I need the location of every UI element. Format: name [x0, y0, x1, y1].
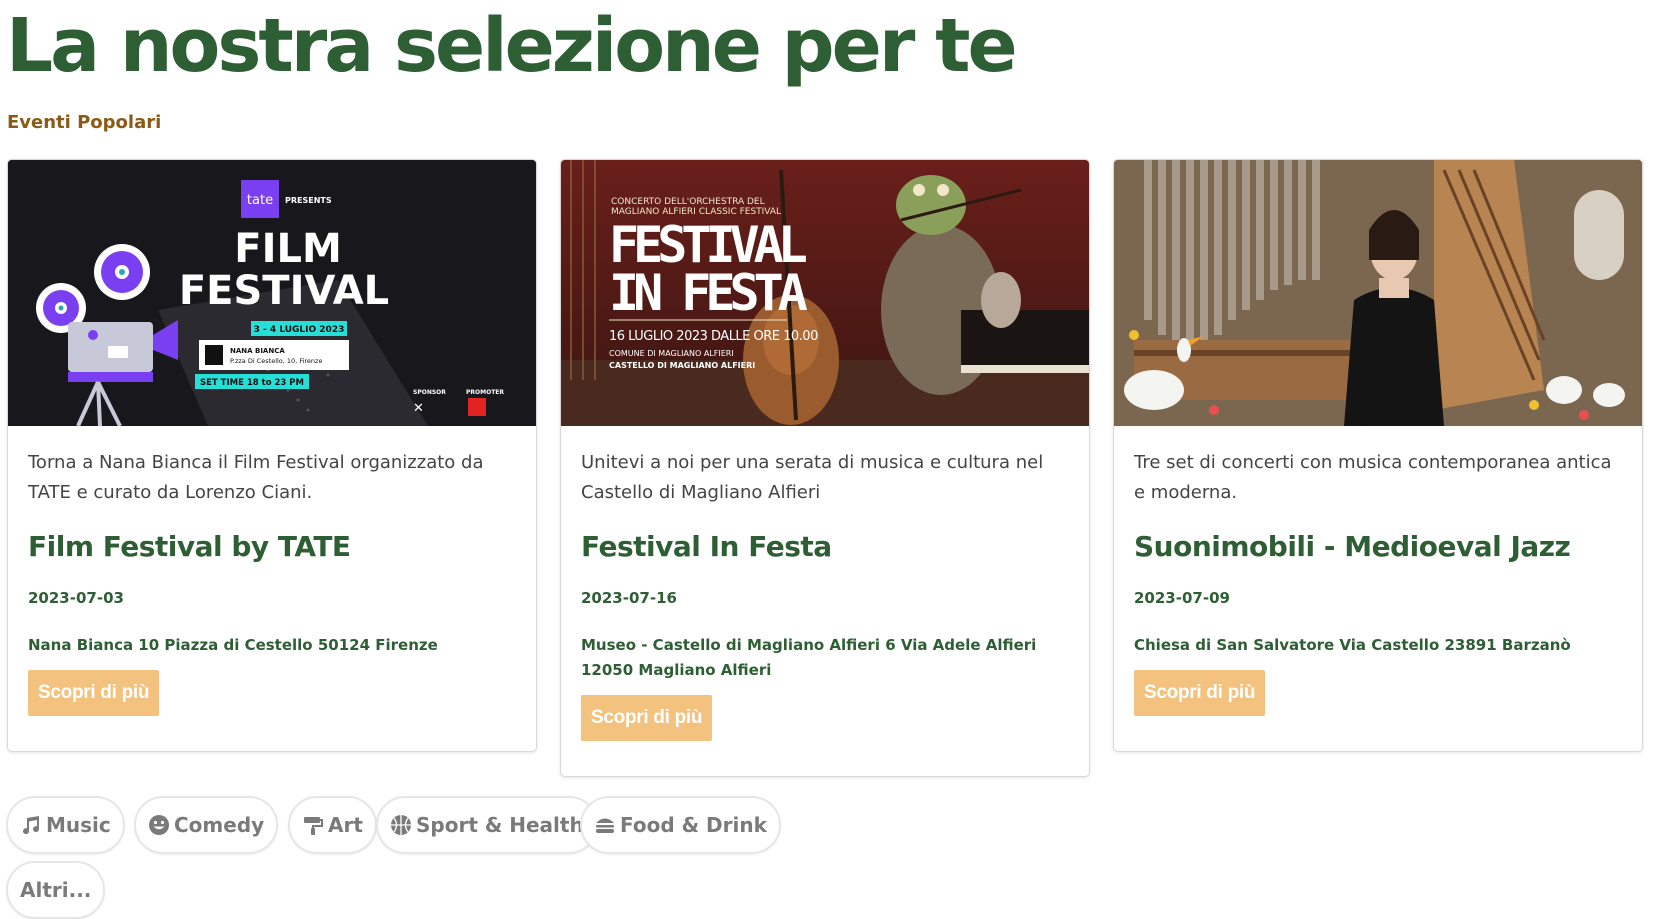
card-body: Torna a Nana Bianca il Film Festival org…: [8, 426, 536, 716]
film-festival-poster: tate PRESENTS FILM FESTIVAL 3 - 4 LUGLIO…: [8, 160, 536, 426]
festival-in-festa-poster: CONCERTO DELL'ORCHESTRA DEL MAGLIANO ALFI…: [561, 160, 1089, 426]
discover-more-button[interactable]: Scopri di più: [1134, 670, 1266, 716]
event-date: 2023-07-03: [28, 589, 124, 607]
event-card-suonimobili[interactable]: Tre set di concerti con musica contempor…: [1113, 159, 1643, 752]
event-location: Chiesa di San Salvatore Via Castello 238…: [1134, 636, 1571, 654]
poster-datetime: 16 LUGLIO 2023 DALLE ORE 10.00: [609, 329, 818, 344]
poster-org: COMUNE DI MAGLIANO ALFIERI: [609, 349, 734, 358]
poster-dates: 3 - 4 LUGLIO 2023: [254, 325, 345, 335]
category-label: Art: [328, 813, 363, 837]
event-location: Museo - Castello di Magliano Alfieri 6 V…: [581, 636, 1037, 679]
category-chip-art[interactable]: Art: [288, 796, 377, 854]
event-cards: tate PRESENTS FILM FESTIVAL 3 - 4 LUGLIO…: [7, 159, 1647, 779]
event-date: 2023-07-09: [1134, 589, 1230, 607]
event-image-suonimobili[interactable]: [1114, 160, 1642, 426]
category-label: Altri...: [20, 878, 92, 902]
poster-line1: FILM: [234, 226, 342, 272]
poster-brand: tate: [247, 193, 273, 208]
category-chip-food-drink[interactable]: Food & Drink: [580, 796, 781, 854]
category-chip-comedy[interactable]: Comedy: [134, 796, 279, 854]
category-chip-more[interactable]: Altri...: [6, 861, 106, 919]
event-title[interactable]: Suonimobili - Medioeval Jazz: [1134, 530, 1622, 563]
card-body: Unitevi a noi per una serata di musica e…: [561, 426, 1089, 741]
discover-more-button[interactable]: Scopri di più: [28, 670, 160, 716]
poster-sponsor: SPONSOR: [413, 389, 446, 396]
event-card-film-festival[interactable]: tate PRESENTS FILM FESTIVAL 3 - 4 LUGLIO…: [7, 159, 537, 752]
event-title[interactable]: Film Festival by TATE: [28, 530, 516, 563]
svg-text:✕: ✕: [413, 401, 424, 416]
basketball-icon: [391, 815, 411, 835]
event-image-festival-in-festa[interactable]: CONCERTO DELL'ORCHESTRA DEL MAGLIANO ALFI…: [561, 160, 1089, 426]
music-note-icon: [23, 816, 40, 835]
discover-more-button[interactable]: Scopri di più: [581, 695, 713, 741]
event-description: Torna a Nana Bianca il Film Festival org…: [28, 452, 484, 503]
paint-roller-icon: [304, 817, 323, 835]
category-label: Comedy: [174, 813, 265, 837]
event-description: Tre set di concerti con musica contempor…: [1134, 452, 1612, 503]
poster-promoter: PROMOTER: [466, 389, 504, 396]
category-chip-music[interactable]: Music: [6, 796, 125, 854]
section-subtitle: Eventi Popolari: [7, 112, 162, 133]
poster-address: P.zza Di Cestello, 10, Firenze: [230, 357, 322, 365]
poster-line2: IN FESTA: [609, 264, 808, 322]
category-label: Sport & Health: [416, 813, 584, 837]
burger-icon: [596, 818, 614, 833]
poster-presents: PRESENTS: [285, 196, 332, 205]
event-image-film-festival[interactable]: tate PRESENTS FILM FESTIVAL 3 - 4 LUGLIO…: [8, 160, 536, 426]
category-label: Music: [46, 813, 111, 837]
poster-time: SET TIME 18 to 23 PM: [200, 378, 304, 388]
poster-kicker: CONCERTO DELL'ORCHESTRA DEL MAGLIANO ALFI…: [611, 197, 781, 217]
poster-place: CASTELLO DI MAGLIANO ALFIERI: [609, 361, 755, 370]
church-organ-photo: [1114, 160, 1642, 426]
category-chip-sport-health[interactable]: Sport & Health: [376, 796, 598, 854]
poster-venue: NANA BIANCA: [230, 347, 285, 355]
smiley-face-icon: [149, 815, 169, 835]
page-title: La nostra selezione per te: [6, 3, 1018, 89]
category-label: Food & Drink: [620, 813, 767, 837]
event-date: 2023-07-16: [581, 589, 677, 607]
event-description: Unitevi a noi per una serata di musica e…: [581, 452, 1044, 503]
event-title[interactable]: Festival In Festa: [581, 530, 1069, 563]
event-location: Nana Bianca 10 Piazza di Cestello 50124 …: [28, 636, 438, 654]
poster-line2: FESTIVAL: [179, 268, 389, 314]
card-body: Tre set di concerti con musica contempor…: [1114, 426, 1642, 716]
event-card-festival-in-festa[interactable]: CONCERTO DELL'ORCHESTRA DEL MAGLIANO ALFI…: [560, 159, 1090, 777]
